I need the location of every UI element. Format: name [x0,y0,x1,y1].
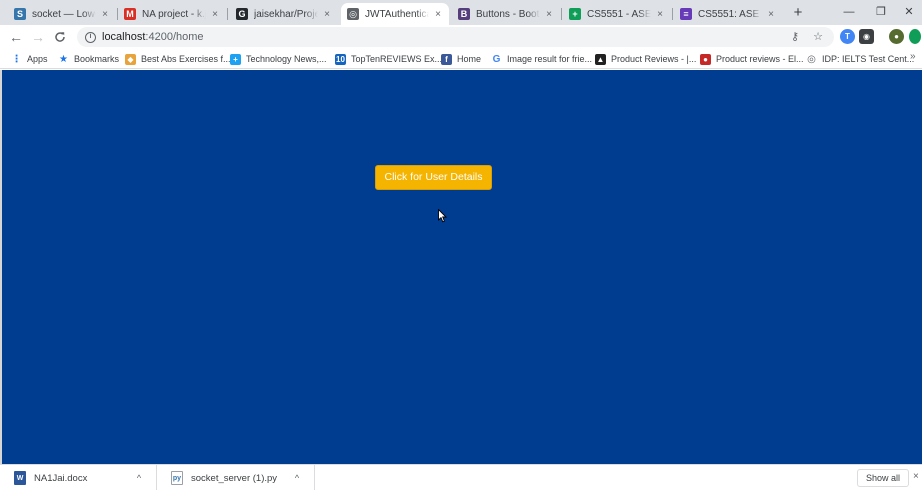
profile-avatar[interactable]: ● [889,29,904,44]
facebook-icon: f [441,53,452,65]
tab-7[interactable]: ≡ CS5551: ASE Tutor × [674,3,782,25]
star-icon: ★ [59,53,68,65]
extension-translate-icon[interactable]: T [840,29,855,44]
close-window-button[interactable]: ✕ [894,3,922,21]
minimize-button[interactable]: — [834,3,864,21]
bookmarks-bar: » ⋮ Apps ★ Bookmarks ◆ Best Abs Exercises f..… [0,49,922,69]
bookmark-item[interactable]: ▲ Product Reviews - |... [595,51,696,67]
bookmark-item[interactable]: ⋮ Apps [11,51,48,67]
bookmark-label: Image result for frie... [507,54,593,64]
extension-green-icon[interactable] [909,29,921,44]
globe-icon: ◎ [347,8,359,20]
forms-icon: ≡ [680,8,692,20]
user-details-button[interactable]: Click for User Details [375,165,492,190]
bookmark-label: Product reviews - El... [716,54,804,64]
tab-5[interactable]: B Buttons - Bootstrap × [452,3,560,25]
word-doc-icon: W [14,471,26,485]
mouse-cursor-icon [438,209,448,223]
tab-close-icon[interactable]: × [322,9,332,20]
bookmark-item[interactable]: ★ Bookmarks [58,51,119,67]
bookmark-item[interactable]: ◎ IDP: IELTS Test Cent... [806,51,914,67]
key-icon[interactable]: ⚷ [787,29,803,45]
bookmark-label: Technology News,... [246,54,327,64]
tab-title: socket — Low-level [32,8,96,20]
tab-3[interactable]: Gjaisekhar/Project-W × [230,3,338,25]
bookmark-item[interactable]: 10 TopTenREVIEWS Ex... [335,51,442,67]
tab-close-icon[interactable]: × [210,9,220,20]
bookmark-label: Best Abs Exercises f... [141,54,231,64]
back-button[interactable]: ← [7,28,25,46]
url-host: localhost [102,31,146,43]
sheets-icon: + [569,8,581,20]
bookmark-label: Product Reviews - |... [611,54,697,64]
bookmark-label: Bookmarks [74,54,120,64]
tab-separator [227,8,228,20]
bookmark-favicon-icon: + [230,53,241,65]
bookmark-item[interactable]: f Home [441,51,481,67]
tab-title: JWTAuthentication [365,8,429,20]
reload-button[interactable] [51,28,69,46]
tab-title: CS5551: ASE Tutor [698,8,762,20]
bookmark-item[interactable]: G Image result for frie... [491,51,592,67]
download-filename: socket_server (1).py [191,472,278,484]
tab-2[interactable]: M NA project - k.jaise × [118,3,226,25]
github-icon: G [236,8,248,20]
bookmark-label: TopTenREVIEWS Ex... [351,54,443,64]
tab-close-icon[interactable]: × [544,9,554,20]
chevron-up-icon[interactable]: ^ [132,473,146,483]
tab-strip: Ssocket — Low-level × M NA project - k.jais… [0,0,922,25]
url-path: :4200/home [145,31,204,43]
forward-button[interactable]: → [29,28,47,46]
tab-1[interactable]: Ssocket — Low-level × [8,3,116,25]
info-icon[interactable]: i [85,31,96,43]
tab-separator [561,8,562,20]
bookmark-favicon-icon: ● [700,53,711,65]
bootstrap-icon: B [458,8,470,20]
star-icon[interactable]: ☆ [810,29,826,45]
tab-close-icon[interactable]: × [766,9,776,20]
tab-title: Buttons - Bootstrap [476,8,540,20]
bookmark-item[interactable]: ● Product reviews - El... [700,51,804,67]
tab-title: CS5551 - ASE 2019 [587,8,651,20]
bookmark-favicon-icon: ◆ [125,53,136,65]
python-file-icon: py [171,471,183,485]
tab-title: jaisekhar/Project-W [254,8,318,20]
page-viewport: Click for User Details [0,70,922,464]
tab-close-icon[interactable]: × [655,9,665,20]
google-icon: G [492,53,501,65]
download-item[interactable]: W NA1Jai.docx ^ [0,465,157,490]
downloads-bar: Show all × W NA1Jai.docx ^ py socket_server … [0,464,922,490]
python-icon: S [14,8,26,20]
apps-icon: ⋮ [11,53,22,65]
gmail-icon: M [124,8,136,20]
browser-toolbar: ← → i localhost:4200/home ⚷ ☆ T ◉ ● [0,25,922,49]
tab-separator [672,8,673,20]
extension-camera-icon[interactable]: ◉ [859,29,874,44]
tab-4[interactable]: ◎ JWTAuthentication × [341,3,449,25]
download-item[interactable]: py socket_server (1).py ^ [157,465,315,490]
new-tab-button[interactable]: + [790,5,806,21]
address-bar[interactable]: i localhost:4200/home ⚷ ☆ [77,27,834,47]
tab-title: NA project - k.jaise [142,8,206,20]
tab-6[interactable]: + CS5551 - ASE 2019 × [563,3,671,25]
bookmark-label: Home [457,54,482,64]
bookmark-label: Apps [27,54,48,64]
tab-close-icon[interactable]: × [433,9,443,20]
tab-close-icon[interactable]: × [100,9,110,20]
bookmark-label: IDP: IELTS Test Cent... [822,54,915,64]
show-all-button[interactable]: Show all [857,469,909,487]
download-filename: NA1Jai.docx [34,472,88,484]
reload-icon [55,32,65,42]
bookmark-item[interactable]: ◆ Best Abs Exercises f... [125,51,231,67]
maximize-button[interactable]: ❐ [866,3,896,21]
close-downloads-icon[interactable]: × [913,471,919,482]
bookmark-item[interactable]: + Technology News,... [230,51,327,67]
bookmark-favicon-icon: 10 [335,53,346,65]
globe-icon: ◎ [807,53,816,65]
bookmark-favicon-icon: ▲ [595,53,606,65]
chevron-up-icon[interactable]: ^ [290,473,304,483]
